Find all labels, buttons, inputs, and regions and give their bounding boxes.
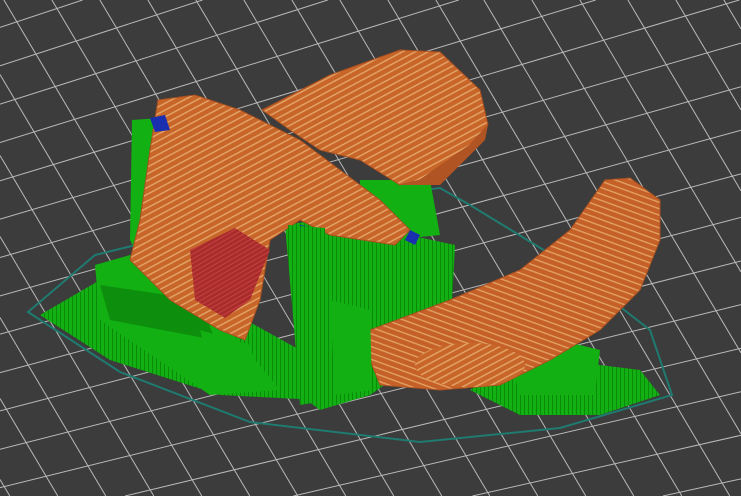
- grid-line: [675, 0, 741, 111]
- grid-line: [0, 0, 328, 105]
- grid-line: [627, 0, 741, 192]
- grid-line: [723, 0, 741, 30]
- grid-line: [662, 478, 741, 496]
- 3d-preview-viewport[interactable]: [0, 0, 741, 496]
- grid-line: [0, 0, 203, 67]
- scene: [0, 0, 741, 496]
